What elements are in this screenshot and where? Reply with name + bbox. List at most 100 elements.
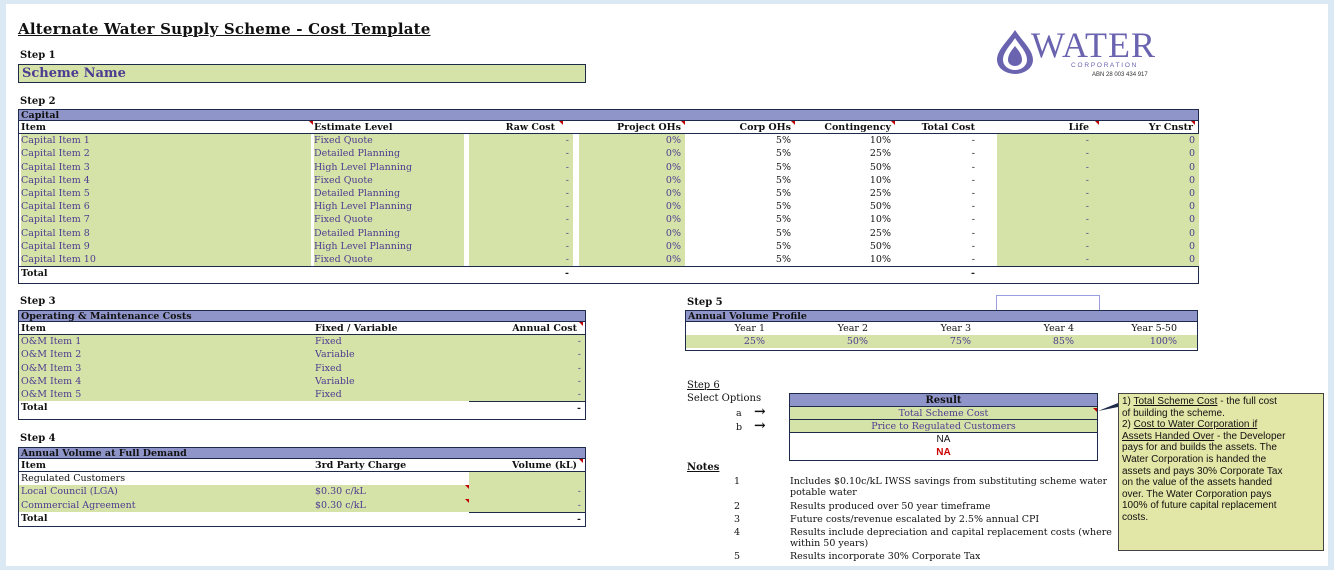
om-annual-cost-cell[interactable]: - [469, 387, 585, 402]
om-item-cell[interactable]: O&M Item 3 [19, 361, 315, 375]
capital-item-cell[interactable]: Capital Item 1 [21, 134, 311, 148]
result-option-b[interactable]: Price to Regulated Customers [790, 420, 1097, 433]
capital-raw-cost-cell[interactable]: - [469, 252, 573, 267]
capital-raw-cost-cell[interactable]: - [469, 226, 573, 240]
capital-raw-cost-cell[interactable]: - [469, 200, 573, 214]
capital-project-ohs-cell[interactable]: 0% [579, 186, 685, 201]
capital-life-cell[interactable]: - [997, 239, 1093, 253]
profile-value-cell[interactable]: 75% [892, 335, 995, 348]
capital-life-cell[interactable]: - [997, 134, 1093, 148]
capital-contingency-cell: 50% [869, 240, 891, 252]
capital-life-cell[interactable]: - [997, 173, 1093, 187]
capital-raw-cost-cell[interactable]: - [469, 186, 573, 201]
capital-estimate-level-cell[interactable]: Detailed Planning [314, 226, 464, 240]
capital-yr-cnstr-cell[interactable]: 0 [1093, 186, 1199, 201]
capital-item-cell[interactable]: Capital Item 5 [21, 186, 311, 201]
option-b-label: b [736, 422, 743, 433]
om-type-cell[interactable]: Variable [315, 374, 469, 388]
capital-row: Capital Item 2 Detailed Planning -0% 5% 25% -… [19, 147, 1199, 161]
capital-item-cell[interactable]: Capital Item 7 [21, 213, 311, 227]
capital-life-cell[interactable]: - [997, 200, 1093, 214]
om-annual-cost-cell[interactable]: - [469, 361, 585, 375]
capital-estimate-level-cell[interactable]: Fixed Quote [314, 134, 464, 148]
capital-item-cell[interactable]: Capital Item 8 [21, 226, 311, 240]
om-item-cell[interactable]: O&M Item 1 [19, 335, 315, 349]
volume-kl-cell[interactable]: - [469, 485, 585, 499]
capital-life-cell[interactable]: - [997, 226, 1093, 240]
capital-yr-cnstr-cell[interactable]: 0 [1093, 200, 1199, 214]
capital-raw-cost-cell[interactable]: - [469, 239, 573, 253]
profile-value-cell[interactable]: 100% [1098, 335, 1201, 348]
capital-item-cell[interactable]: Capital Item 6 [21, 200, 311, 214]
capital-estimate-level-cell[interactable]: Fixed Quote [314, 173, 464, 187]
om-col-item-header: Item [21, 323, 46, 334]
capital-life-cell[interactable]: - [997, 252, 1093, 267]
capital-project-ohs-cell[interactable]: 0% [579, 160, 685, 174]
om-item-cell[interactable]: O&M Item 2 [19, 348, 315, 362]
capital-estimate-level-cell[interactable]: High Level Planning [314, 200, 464, 214]
capital-yr-cnstr-cell[interactable]: 0 [1093, 134, 1199, 148]
om-annual-cost-cell[interactable]: - [469, 374, 585, 388]
volume-total-value: - [469, 511, 585, 525]
profile-value-cell[interactable]: 85% [995, 335, 1098, 348]
capital-item-cell[interactable]: Capital Item 4 [21, 173, 311, 187]
capital-project-ohs-cell[interactable]: 0% [579, 252, 685, 267]
om-type-cell[interactable]: Variable [315, 348, 469, 362]
volume-kl-cell[interactable]: - [469, 498, 585, 512]
capital-yr-cnstr-cell[interactable]: 0 [1093, 239, 1199, 253]
capital-raw-cost-cell[interactable]: - [469, 213, 573, 227]
capital-estimate-level-cell[interactable]: Detailed Planning [314, 147, 464, 161]
om-annual-cost-cell[interactable]: - [469, 348, 585, 362]
om-item-cell[interactable]: O&M Item 4 [19, 374, 315, 388]
capital-project-ohs-cell[interactable]: 0% [579, 147, 685, 161]
capital-life-cell[interactable]: - [997, 147, 1093, 161]
capital-life-cell[interactable]: - [997, 186, 1093, 201]
capital-project-ohs-cell[interactable]: 0% [579, 226, 685, 240]
capital-raw-cost-cell[interactable]: - [469, 173, 573, 187]
capital-project-ohs-cell[interactable]: 0% [579, 200, 685, 214]
om-type-cell[interactable]: Fixed [315, 361, 469, 375]
capital-raw-cost-cell[interactable]: - [469, 160, 573, 174]
capital-estimate-level-cell[interactable]: High Level Planning [314, 239, 464, 253]
capital-estimate-level-cell[interactable]: High Level Planning [314, 160, 464, 174]
profile-value-cell[interactable]: 50% [789, 335, 892, 348]
volume-col-kl-header: Volume (kL) [511, 460, 577, 471]
capital-life-cell[interactable]: - [997, 160, 1093, 174]
volume-item-cell[interactable]: Commercial Agreement [19, 498, 315, 512]
capital-raw-cost-cell[interactable]: - [469, 134, 573, 148]
capital-yr-cnstr-cell[interactable]: 0 [1093, 226, 1199, 240]
capital-item-cell[interactable]: Capital Item 3 [21, 160, 311, 174]
capital-project-ohs-cell[interactable]: 0% [579, 173, 685, 187]
capital-item-cell[interactable]: Capital Item 10 [21, 252, 311, 267]
om-header-row: Item Fixed / Variable Annual Cost [19, 322, 585, 336]
col-contingency-header: Contingency [824, 122, 891, 133]
capital-yr-cnstr-cell[interactable]: 0 [1093, 160, 1199, 174]
volume-charge-cell[interactable]: $0.30 c/kL [315, 498, 469, 512]
profile-value-cell[interactable]: 25% [686, 335, 789, 348]
capital-estimate-level-cell[interactable]: Fixed Quote [314, 213, 464, 227]
capital-yr-cnstr-cell[interactable]: 0 [1093, 173, 1199, 187]
volume-kl-cell[interactable] [469, 472, 585, 486]
om-type-cell[interactable]: Fixed [315, 387, 469, 402]
capital-life-cell[interactable]: - [997, 213, 1093, 227]
capital-project-ohs-cell[interactable]: 0% [579, 134, 685, 148]
capital-item-cell[interactable]: Capital Item 2 [21, 147, 311, 161]
volume-charge-cell[interactable]: $0.30 c/kL [315, 485, 469, 499]
volume-item-cell[interactable]: Local Council (LGA) [19, 485, 315, 499]
capital-estimate-level-cell[interactable]: Fixed Quote [314, 252, 464, 267]
scheme-name-input[interactable]: Scheme Name [18, 64, 586, 83]
capital-project-ohs-cell[interactable]: 0% [579, 213, 685, 227]
capital-yr-cnstr-cell[interactable]: 0 [1093, 252, 1199, 267]
om-item-cell[interactable]: O&M Item 5 [19, 387, 315, 402]
capital-item-cell[interactable]: Capital Item 9 [21, 239, 311, 253]
capital-estimate-level-cell[interactable]: Detailed Planning [314, 186, 464, 201]
result-option-a[interactable]: Total Scheme Cost [790, 407, 1097, 420]
capital-yr-cnstr-cell[interactable]: 0 [1093, 147, 1199, 161]
profile-year-label: Year 5-50 [1131, 323, 1177, 334]
capital-yr-cnstr-cell[interactable]: 0 [1093, 213, 1199, 227]
om-annual-cost-cell[interactable]: - [469, 335, 585, 349]
capital-raw-cost-cell[interactable]: - [469, 147, 573, 161]
om-type-cell[interactable]: Fixed [315, 335, 469, 349]
capital-project-ohs-cell[interactable]: 0% [579, 239, 685, 253]
empty-selected-cell[interactable] [996, 295, 1100, 311]
